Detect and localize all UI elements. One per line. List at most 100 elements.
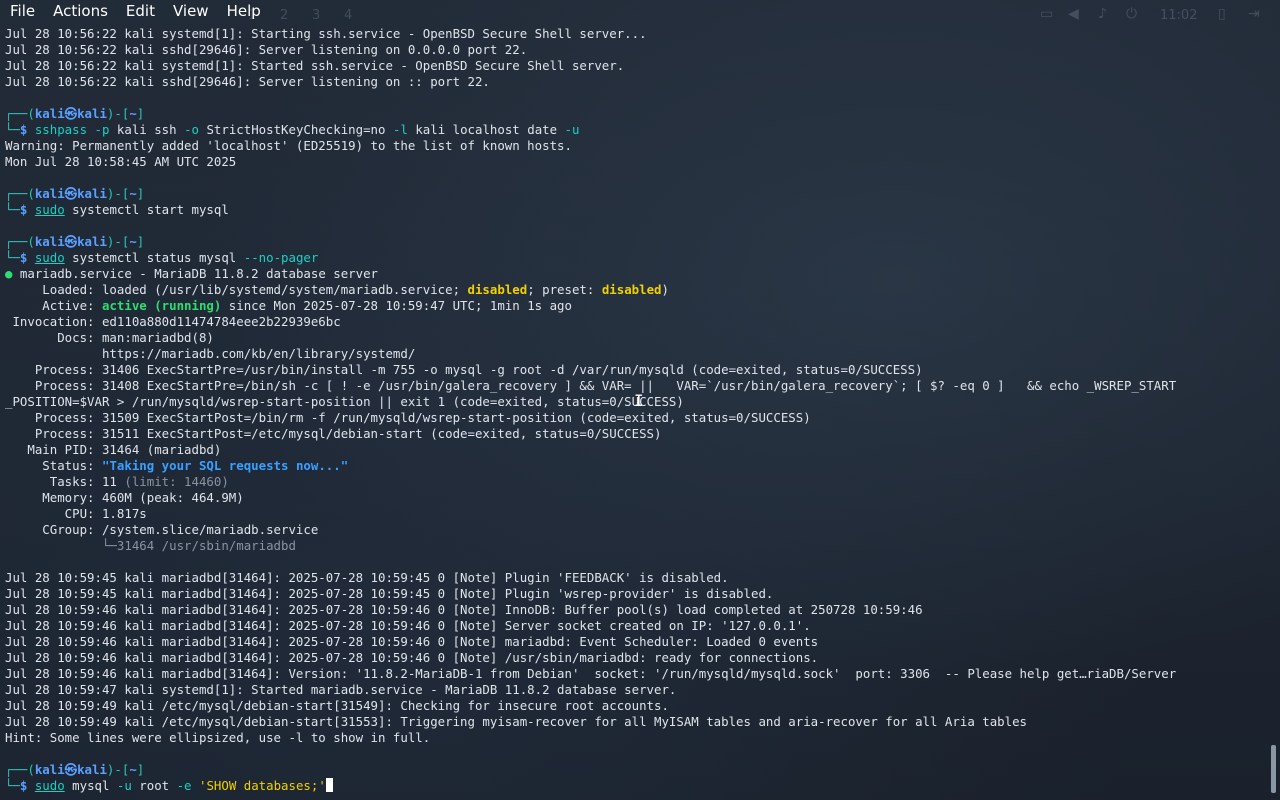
terminal-line: Jul 28 10:56:22 kali sshd[29646]: Server… (5, 42, 1267, 58)
terminal-text: └─ (5, 778, 20, 793)
terminal-output[interactable]: Jul 28 10:56:22 kali systemd[1]: Startin… (5, 26, 1267, 794)
menu-help[interactable]: Help (217, 0, 269, 22)
menu-actions[interactable]: Actions (43, 0, 116, 22)
terminal-line: ┌──(kali㉿kali)-[~] (5, 762, 1267, 778)
terminal-text: Loaded: loaded (/usr/lib/systemd/system/… (5, 282, 468, 297)
terminal-text: $ (19, 250, 35, 265)
terminal-line: Process: 31511 ExecStartPost=/etc/mysql/… (5, 426, 1267, 442)
terminal-text: Jul 28 10:59:47 kali systemd[1]: Started… (5, 682, 677, 697)
terminal-text: ] (136, 762, 145, 777)
terminal-text: ] (136, 234, 145, 249)
terminal-text: Hint: Some lines were ellipsized, use -l… (5, 730, 431, 745)
terminal-text: kali㉿kali (34, 234, 107, 249)
terminal-text: kali localhost date (407, 122, 565, 137)
terminal-line: CGroup: /system.slice/mariadb.service (5, 522, 1267, 538)
terminal-text: └─ (5, 122, 20, 137)
terminal-line: CPU: 1.817s (5, 506, 1267, 522)
terminal-text: 'SHOW databases;' (198, 778, 326, 793)
terminal-line: ● mariadb.service - MariaDB 11.8.2 datab… (5, 266, 1267, 282)
terminal-text: Jul 28 10:59:46 kali mariadbd[31464]: 20… (5, 634, 819, 649)
terminal-text: sudo (34, 250, 65, 265)
terminal-line: Jul 28 10:59:46 kali mariadbd[31464]: 20… (5, 650, 1267, 666)
terminal-text: Warning: Permanently added 'localhost' (… (5, 138, 572, 153)
terminal-text: CGroup: /system.slice/mariadb.service (5, 522, 319, 537)
terminal-line: Jul 28 10:59:49 kali /etc/mysql/debian-s… (5, 698, 1267, 714)
terminal-line: Jul 28 10:59:47 kali systemd[1]: Started… (5, 682, 1267, 698)
terminal-text: )-[ (106, 234, 130, 249)
terminal-text: Process: 31406 ExecStartPre=/usr/bin/ins… (5, 362, 923, 377)
terminal-text: Jul 28 10:59:49 kali /etc/mysql/debian-s… (5, 698, 669, 713)
terminal-text: )-[ (106, 106, 130, 121)
terminal-text: Jul 28 10:56:22 kali sshd[29646]: Server… (5, 42, 528, 57)
terminal-text: active (running) (101, 298, 222, 313)
terminal-text: ] (136, 106, 145, 121)
terminal-text: ~ (129, 106, 137, 121)
terminal-text: kali㉿kali (34, 762, 107, 777)
terminal-text: ~ (129, 186, 137, 201)
terminal-line: Loaded: loaded (/usr/lib/systemd/system/… (5, 282, 1267, 298)
terminal-line: Jul 28 10:56:22 kali sshd[29646]: Server… (5, 74, 1267, 90)
terminal-text: $ (19, 778, 35, 793)
terminal-text: Jul 28 10:59:46 kali mariadbd[31464]: 20… (5, 602, 923, 617)
terminal-text: kali㉿kali (34, 186, 107, 201)
terminal-text: -u (564, 122, 580, 137)
terminal-text: Invocation: ed110a880d11474784eee2b22939… (5, 314, 341, 329)
terminal-text: disabled (601, 282, 662, 297)
terminal-text: └─31464 /usr/sbin/mariadbd (5, 538, 296, 553)
terminal-text: -o (184, 122, 199, 137)
text-cursor-icon: I (634, 393, 644, 409)
terminal-line: Jul 28 10:59:45 kali mariadbd[31464]: 20… (5, 570, 1267, 586)
terminal-text: Active: (5, 298, 102, 313)
terminal-text: Jul 28 10:56:22 kali systemd[1]: Startin… (5, 26, 647, 41)
terminal-line: Jul 28 10:59:45 kali mariadbd[31464]: 20… (5, 586, 1267, 602)
terminal-text: Jul 28 10:59:46 kali mariadbd[31464]: 20… (5, 618, 811, 633)
terminal-text: Process: 31408 ExecStartPre=/bin/sh -c [… (5, 378, 1177, 393)
terminal-line: Mon Jul 28 10:58:45 AM UTC 2025 (5, 154, 1267, 170)
terminal-line: Invocation: ed110a880d11474784eee2b22939… (5, 314, 1267, 330)
terminal-line: └─$ sudo systemctl status mysql --no-pag… (5, 250, 1267, 266)
terminal-line: Status: "Taking your SQL requests now...… (5, 458, 1267, 474)
terminal-text: Jul 28 10:59:45 kali mariadbd[31464]: 20… (5, 586, 774, 601)
menu-view[interactable]: View (163, 0, 217, 22)
terminal-line: └─31464 /usr/sbin/mariadbd (5, 538, 1267, 554)
terminal-text: )-[ (106, 186, 130, 201)
terminal-text: Tasks: 11 (5, 474, 125, 489)
terminal-line: └─$ sudo systemctl start mysql (5, 202, 1267, 218)
terminal-line: Main PID: 31464 (mariadbd) (5, 442, 1267, 458)
terminal-line: Jul 28 10:56:22 kali systemd[1]: Started… (5, 58, 1267, 74)
menu-file[interactable]: File (0, 0, 43, 22)
terminal-text: CPU: 1.817s (5, 506, 147, 521)
terminal-cursor (325, 778, 333, 792)
terminal-text: root (131, 778, 177, 793)
terminal-text: -l (392, 122, 408, 137)
terminal-line: Jul 28 10:59:46 kali mariadbd[31464]: Ve… (5, 666, 1267, 682)
terminal-text: Process: 31511 ExecStartPost=/etc/mysql/… (5, 426, 662, 441)
terminal-line: Jul 28 10:59:49 kali /etc/mysql/debian-s… (5, 714, 1267, 730)
terminal-text: $ (19, 122, 35, 137)
terminal-scrollbar[interactable] (1271, 745, 1276, 793)
terminal-text: Jul 28 10:59:49 kali /etc/mysql/debian-s… (5, 714, 1027, 729)
terminal-text: -p (87, 122, 110, 137)
terminal-line: Jul 28 10:59:46 kali mariadbd[31464]: 20… (5, 618, 1267, 634)
terminal-line: Tasks: 11 (limit: 14460) (5, 474, 1267, 490)
terminal-line: Jul 28 10:59:46 kali mariadbd[31464]: 20… (5, 602, 1267, 618)
terminal-text: Jul 28 10:59:46 kali mariadbd[31464]: Ve… (5, 666, 1177, 681)
terminal-line: Warning: Permanently added 'localhost' (… (5, 138, 1267, 154)
terminal-text: sudo (34, 202, 65, 217)
terminal-text: sshpass (34, 122, 88, 137)
menu-bar: File Actions Edit View Help (0, 0, 1280, 22)
terminal-text: StrictHostKeyChecking=no (198, 122, 393, 137)
terminal-text: ┌──( (5, 762, 35, 777)
terminal-line: Docs: man:mariadbd(8) (5, 330, 1267, 346)
terminal-text: ┌──( (5, 186, 35, 201)
terminal-text: ~ (129, 234, 137, 249)
terminal-text: -u (116, 778, 132, 793)
terminal-text: "Taking your SQL requests now..." (101, 458, 349, 473)
menu-edit[interactable]: Edit (116, 0, 163, 22)
terminal-text: Mon Jul 28 10:58:45 AM UTC 2025 (5, 154, 237, 169)
